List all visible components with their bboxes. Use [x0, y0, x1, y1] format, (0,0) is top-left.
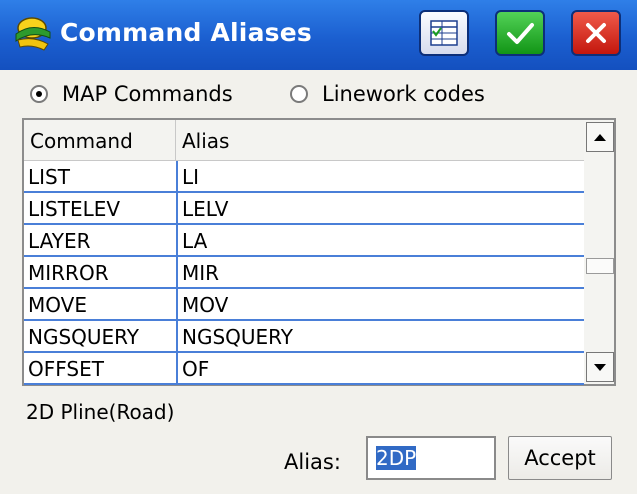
- table-row[interactable]: MIRROR MIR: [24, 257, 584, 289]
- vertical-scrollbar[interactable]: [584, 120, 614, 384]
- scrollbar-thumb[interactable]: [586, 258, 614, 274]
- arrow-down-icon: [594, 364, 606, 371]
- command-cell: LAYER: [28, 229, 91, 253]
- close-icon: [586, 23, 606, 43]
- command-cell: NGSQUERY: [28, 325, 140, 349]
- table-icon: [430, 20, 458, 46]
- radio-selected-icon: [30, 85, 48, 103]
- alias-label: Alias:: [284, 450, 341, 474]
- table-row[interactable]: NGSQUERY NGSQUERY: [24, 321, 584, 353]
- checkmark-icon: [507, 23, 534, 44]
- accept-button[interactable]: Accept: [508, 436, 612, 480]
- aliases-table: Command Alias LIST LI LISTELEV LELV LAYE…: [22, 118, 616, 386]
- alias-cell: MOV: [176, 289, 584, 319]
- window-title: Command Aliases: [60, 18, 312, 47]
- linework-codes-label: Linework codes: [322, 82, 485, 106]
- column-header-command[interactable]: Command: [24, 120, 176, 160]
- linework-codes-radio[interactable]: Linework codes: [290, 80, 485, 108]
- alias-cell: NGSQUERY: [176, 321, 584, 351]
- command-cell: MIRROR: [28, 261, 109, 285]
- title-bar: Command Aliases: [0, 0, 637, 70]
- table-rows: LIST LI LISTELEV LELV LAYER LA MIRROR MI…: [24, 161, 584, 385]
- alias-cell: LA: [176, 225, 584, 255]
- command-cell: MOVE: [28, 293, 87, 317]
- table-row[interactable]: MOVE MOV: [24, 289, 584, 321]
- app-logo-icon: [15, 17, 51, 51]
- command-description: 2D Pline(Road): [26, 400, 175, 424]
- alias-input-value: 2DP: [376, 446, 417, 470]
- table-view-button[interactable]: [419, 10, 469, 56]
- command-cell: OFFSET: [28, 357, 104, 381]
- command-cell: LIST: [28, 165, 70, 189]
- table-header: Command Alias: [24, 120, 584, 161]
- scroll-up-button[interactable]: [586, 122, 614, 152]
- map-commands-label: MAP Commands: [62, 82, 233, 106]
- table-row[interactable]: LISTELEV LELV: [24, 193, 584, 225]
- column-header-alias[interactable]: Alias: [176, 120, 584, 160]
- map-commands-radio[interactable]: MAP Commands: [30, 80, 233, 108]
- scroll-down-button[interactable]: [586, 352, 614, 382]
- alias-cell: LELV: [176, 193, 584, 223]
- alias-cell: LI: [176, 161, 584, 191]
- table-row[interactable]: LAYER LA: [24, 225, 584, 257]
- alias-input[interactable]: 2DP: [366, 436, 496, 480]
- alias-cell: MIR: [176, 257, 584, 287]
- alias-cell: OF: [176, 353, 584, 383]
- arrow-up-icon: [594, 134, 606, 141]
- command-cell: LISTELEV: [28, 197, 121, 221]
- table-row[interactable]: OFFSET OF: [24, 353, 584, 385]
- table-row[interactable]: LIST LI: [24, 161, 584, 193]
- radio-unselected-icon: [290, 85, 308, 103]
- cancel-button[interactable]: [571, 10, 621, 56]
- ok-button[interactable]: [495, 10, 545, 56]
